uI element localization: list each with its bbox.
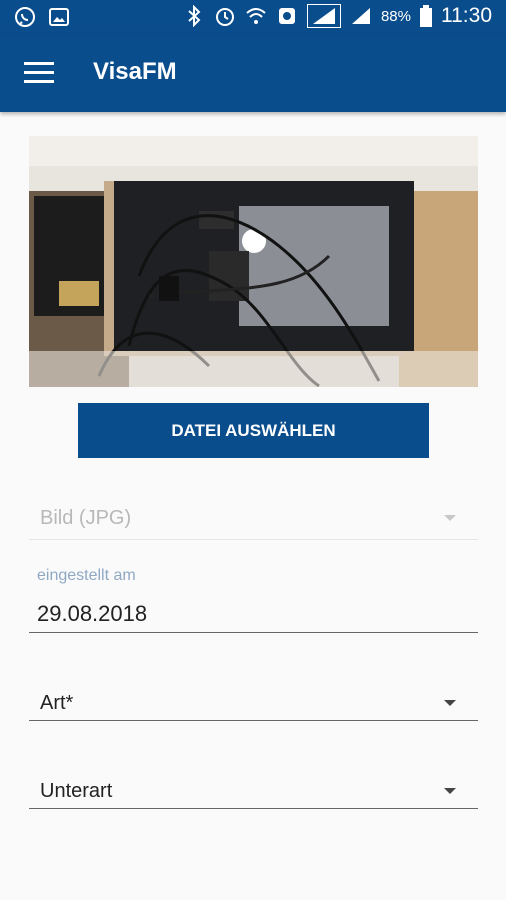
file-type-value: Bild (JPG) bbox=[40, 507, 132, 529]
field-underline bbox=[29, 808, 478, 809]
art-select[interactable]: Art* bbox=[29, 678, 478, 721]
signal-icon bbox=[306, 4, 341, 28]
hamburger-menu-icon[interactable] bbox=[24, 62, 54, 84]
app-bar: VisaFM bbox=[0, 34, 506, 112]
nfc-icon bbox=[276, 5, 298, 27]
battery-percent: 88% bbox=[380, 7, 411, 25]
whatsapp-icon bbox=[14, 6, 36, 28]
art-value: Art* bbox=[40, 692, 74, 714]
field-underline bbox=[29, 539, 478, 540]
file-type-select[interactable]: Bild (JPG) bbox=[29, 495, 478, 540]
field-underline bbox=[29, 720, 478, 721]
wifi-icon bbox=[245, 5, 267, 27]
alarm-icon bbox=[214, 5, 236, 27]
bluetooth-icon bbox=[183, 5, 205, 27]
unterart-value: Unterart bbox=[40, 780, 113, 802]
date-value: 29.08.2018 bbox=[37, 601, 148, 626]
gallery-icon bbox=[48, 6, 70, 28]
date-label: eingestellt am bbox=[37, 567, 136, 584]
clock: 11:30 bbox=[441, 4, 492, 27]
field-underline bbox=[29, 632, 478, 633]
select-file-button[interactable]: DATEI AUSWÄHLEN bbox=[78, 403, 429, 458]
unterart-select[interactable]: Unterart bbox=[29, 767, 478, 809]
attached-photo bbox=[29, 136, 478, 387]
chevron-down-icon bbox=[444, 515, 456, 521]
chevron-down-icon bbox=[444, 700, 456, 706]
app-title: VisaFM bbox=[93, 58, 177, 85]
battery-icon bbox=[420, 5, 432, 27]
chevron-down-icon bbox=[444, 788, 456, 794]
status-bar: 88% 11:30 bbox=[0, 0, 506, 34]
date-field[interactable]: eingestellt am 29.08.2018 bbox=[29, 563, 478, 633]
signal-icon bbox=[350, 5, 372, 27]
